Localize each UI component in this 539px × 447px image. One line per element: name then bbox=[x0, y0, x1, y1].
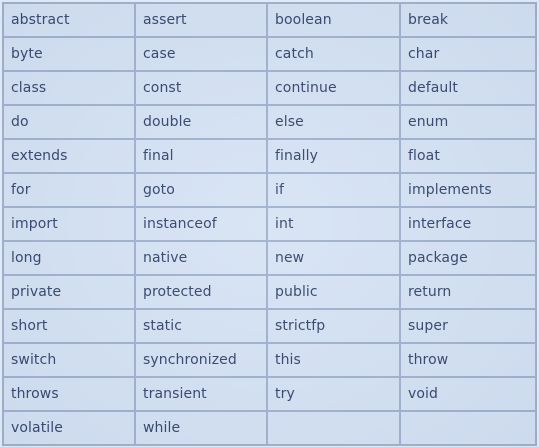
slide: abstract assert boolean break byte case catch c… bbox=[0, 0, 539, 447]
keyword-cell: goto bbox=[134, 172, 268, 208]
keyword-cell: for bbox=[2, 172, 136, 208]
keyword-cell: else bbox=[266, 104, 401, 140]
keyword-cell: assert bbox=[134, 2, 268, 38]
keyword-cell: short bbox=[2, 308, 136, 344]
table-row: for goto if implements bbox=[2, 172, 537, 208]
keyword-cell: return bbox=[399, 274, 537, 310]
keyword-cell: super bbox=[399, 308, 537, 344]
keywords-table-body: abstract assert boolean break byte case catch c… bbox=[2, 2, 537, 446]
keyword-cell: throw bbox=[399, 342, 537, 378]
keyword-cell: void bbox=[399, 376, 537, 412]
table-row: extends final finally float bbox=[2, 138, 537, 174]
keyword-cell: public bbox=[266, 274, 401, 310]
table-row: short static strictfp super bbox=[2, 308, 537, 344]
keyword-cell: strictfp bbox=[266, 308, 401, 344]
keyword-cell: double bbox=[134, 104, 268, 140]
keyword-cell: default bbox=[399, 70, 537, 106]
table-row: class const continue default bbox=[2, 70, 537, 106]
keyword-cell: synchronized bbox=[134, 342, 268, 378]
keyword-cell: finally bbox=[266, 138, 401, 174]
keyword-cell: boolean bbox=[266, 2, 401, 38]
keyword-cell: transient bbox=[134, 376, 268, 412]
keyword-cell: import bbox=[2, 206, 136, 242]
keyword-cell: try bbox=[266, 376, 401, 412]
keyword-cell: class bbox=[2, 70, 136, 106]
keyword-cell: case bbox=[134, 36, 268, 72]
keyword-cell: byte bbox=[2, 36, 136, 72]
empty-cell bbox=[266, 410, 401, 446]
keyword-cell: final bbox=[134, 138, 268, 174]
keyword-cell: extends bbox=[2, 138, 136, 174]
keyword-cell: throws bbox=[2, 376, 136, 412]
keyword-cell: char bbox=[399, 36, 537, 72]
table-row: long native new package bbox=[2, 240, 537, 276]
keyword-cell: instanceof bbox=[134, 206, 268, 242]
table-row: do double else enum bbox=[2, 104, 537, 140]
keyword-cell: private bbox=[2, 274, 136, 310]
empty-cell bbox=[399, 410, 537, 446]
keyword-cell: const bbox=[134, 70, 268, 106]
keyword-cell: abstract bbox=[2, 2, 136, 38]
table-row: switch synchronized this throw bbox=[2, 342, 537, 378]
keyword-cell: switch bbox=[2, 342, 136, 378]
keyword-cell: float bbox=[399, 138, 537, 174]
keyword-cell: if bbox=[266, 172, 401, 208]
keyword-cell: do bbox=[2, 104, 136, 140]
keyword-cell: int bbox=[266, 206, 401, 242]
keyword-cell: catch bbox=[266, 36, 401, 72]
table-row: throws transient try void bbox=[2, 376, 537, 412]
table-row: import instanceof int interface bbox=[2, 206, 537, 242]
table-row: abstract assert boolean break bbox=[2, 2, 537, 38]
keyword-cell: native bbox=[134, 240, 268, 276]
keyword-cell: long bbox=[2, 240, 136, 276]
table-row: byte case catch char bbox=[2, 36, 537, 72]
keyword-cell: static bbox=[134, 308, 268, 344]
keywords-table: abstract assert boolean break byte case catch c… bbox=[2, 2, 537, 446]
keyword-cell: while bbox=[134, 410, 268, 446]
keyword-cell: protected bbox=[134, 274, 268, 310]
keyword-cell: new bbox=[266, 240, 401, 276]
keyword-cell: enum bbox=[399, 104, 537, 140]
table-row: private protected public return bbox=[2, 274, 537, 310]
table-row: volatile while bbox=[2, 410, 537, 446]
keyword-cell: interface bbox=[399, 206, 537, 242]
keyword-cell: continue bbox=[266, 70, 401, 106]
keyword-cell: implements bbox=[399, 172, 537, 208]
keyword-cell: package bbox=[399, 240, 537, 276]
keyword-cell: this bbox=[266, 342, 401, 378]
keyword-cell: break bbox=[399, 2, 537, 38]
keyword-cell: volatile bbox=[2, 410, 136, 446]
